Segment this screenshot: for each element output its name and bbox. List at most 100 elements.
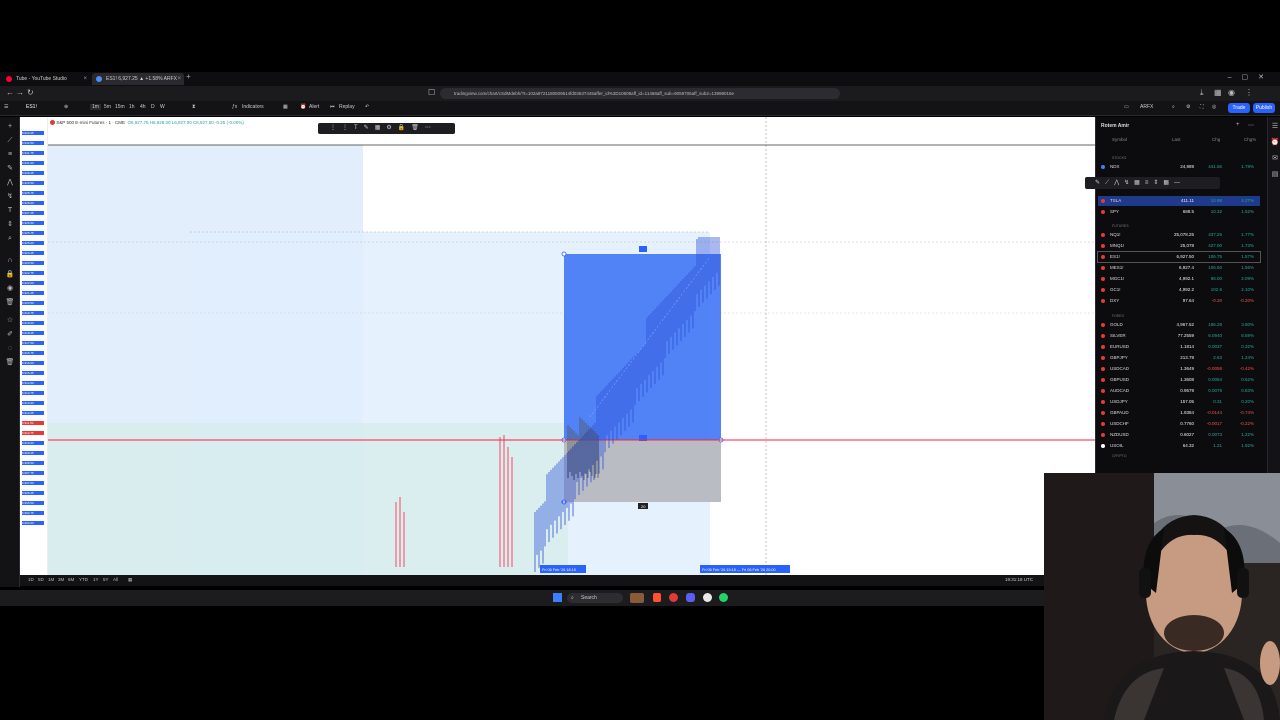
- watchlist-row[interactable]: NQ1! 25,078.25 437.25 1.77%: [1098, 230, 1260, 240]
- measure-icon[interactable]: ⇕: [5, 221, 15, 229]
- watchlist-row[interactable]: NDX 24,989 441.56 1.79%: [1098, 162, 1260, 172]
- watchlist-row[interactable]: GC1! 4,992.2 102.6 2.10%: [1098, 285, 1260, 295]
- watchlist-row[interactable]: USOIL 64.32 1.21 1.92%: [1098, 441, 1260, 451]
- menu-icon[interactable]: ⋮: [1245, 88, 1253, 97]
- floating-drawing-toolbar[interactable]: ⋮⋮T✎▦⚙🔒🗑⋯: [318, 123, 455, 134]
- add-symbol-plus-icon[interactable]: +: [1236, 122, 1240, 128]
- indicators-button[interactable]: Indicators: [242, 104, 264, 110]
- watchlist-row[interactable]: GBPAUD 1.9384 -0.0144 -0.74%: [1098, 408, 1260, 418]
- watchlist-row[interactable]: MES1! 6,927.4 106.50 1.56%: [1098, 263, 1260, 273]
- close-icon[interactable]: ×: [177, 73, 181, 85]
- alerts-icon[interactable]: ⏰: [1270, 139, 1280, 147]
- position-profit-box[interactable]: [564, 254, 721, 440]
- watchlist-row[interactable]: USDCAD 1.3649 -0.0058 -0.42%: [1098, 364, 1260, 374]
- settings-icon[interactable]: ⚙: [1186, 104, 1190, 110]
- range-5y[interactable]: 5Y: [103, 577, 109, 582]
- back-icon[interactable]: ←: [6, 88, 14, 97]
- fullscreen-icon[interactable]: ⛶: [1200, 104, 1204, 110]
- watchlist-row[interactable]: SPY 688.5 10.32 1.52%: [1098, 207, 1260, 217]
- eye-icon[interactable]: ◉: [5, 285, 15, 293]
- col-symbol[interactable]: Symbol: [1112, 137, 1127, 142]
- indicators-icon[interactable]: ƒx: [232, 104, 237, 110]
- more-icon[interactable]: ⋯: [1248, 122, 1254, 129]
- watchlist-row[interactable]: GBPJPY 213.79 2.63 1.24%: [1098, 353, 1260, 363]
- watchlist-row[interactable]: NZDUSD 0.6027 0.0073 1.22%: [1098, 430, 1260, 440]
- lock-icon[interactable]: 🔒: [5, 271, 15, 279]
- layout-name[interactable]: ARFX: [1140, 104, 1153, 110]
- replay-icon[interactable]: ⏮: [330, 104, 335, 110]
- whatsapp-icon[interactable]: [719, 593, 728, 602]
- range-1d[interactable]: 1D: [28, 577, 34, 582]
- range-1y[interactable]: 1Y: [93, 577, 99, 582]
- watchlist-row[interactable]: TSLA 411.11 14.98 4.27%: [1098, 196, 1260, 206]
- projection-icon[interactable]: ↯: [5, 193, 15, 201]
- watchlist-row[interactable]: ES1! 6,927.50 106.75 1.57%: [1097, 251, 1261, 263]
- range-3m[interactable]: 3M: [58, 577, 64, 582]
- timeframe-w[interactable]: W: [160, 104, 165, 110]
- extensions-icon[interactable]: ▦: [1214, 88, 1222, 97]
- brave-icon[interactable]: [653, 593, 661, 602]
- watchlist-row[interactable]: USDCHF 0.7760 -0.0017 -0.22%: [1098, 419, 1260, 429]
- search-icon[interactable]: ⌕: [1172, 104, 1175, 110]
- magnet-icon[interactable]: ∩: [5, 257, 15, 265]
- news-icon[interactable]: ▤: [1270, 171, 1280, 179]
- symbol-search[interactable]: ES1!: [26, 104, 37, 110]
- watchlist-row[interactable]: MNQ1! 25,078 427.00 1.73%: [1098, 241, 1260, 251]
- watchlist-title[interactable]: Rotem Amir: [1101, 123, 1129, 129]
- chrome-icon[interactable]: [703, 593, 712, 602]
- chart-canvas[interactable]: 20 Fri 06 Feb '26 18:15 Fri 06 Feb '26 1…: [20, 117, 1095, 575]
- fib-icon[interactable]: ≡: [5, 151, 15, 159]
- trash-icon[interactable]: 🗑: [5, 299, 15, 307]
- trendline-icon[interactable]: ⟋: [5, 137, 15, 145]
- col-chg[interactable]: Chg: [1212, 137, 1220, 142]
- watchlist-section-futures[interactable]: FUTURES: [1112, 224, 1129, 228]
- col-chgp[interactable]: Chg%: [1244, 137, 1256, 142]
- favorites-drawing-toolbar[interactable]: ✎⟋⋀↯▦≡⇕▦—: [1085, 177, 1220, 189]
- star-icon[interactable]: ☆: [5, 317, 15, 325]
- timeframe-1h[interactable]: 1h: [129, 104, 135, 110]
- watchlist-section-stocks[interactable]: STOCKS: [1112, 156, 1126, 160]
- publish-button[interactable]: Publish: [1253, 103, 1275, 113]
- watchlist-row[interactable]: MGC1! 4,992.1 96.00 2.09%: [1098, 274, 1260, 284]
- utc-clock[interactable]: 19:31:18 UTC: [1005, 577, 1033, 582]
- close-icon[interactable]: ×: [83, 73, 87, 85]
- watchlist-row[interactable]: SILVER 77.2559 6.0940 8.59%: [1098, 331, 1260, 341]
- pattern-icon[interactable]: ⋀: [5, 179, 15, 187]
- watchlist-row[interactable]: AUDCAD 0.9579 0.0079 0.83%: [1098, 386, 1260, 396]
- brush2-icon[interactable]: ✐: [5, 331, 15, 339]
- window-controls[interactable]: –▢✕: [1228, 73, 1274, 81]
- watchlist-section-forex[interactable]: FOREX: [1112, 314, 1124, 318]
- timeframe-5m[interactable]: 5m: [104, 104, 111, 110]
- replay-button[interactable]: Replay: [339, 104, 355, 110]
- forward-icon[interactable]: →: [16, 88, 24, 97]
- watchlist-row[interactable]: DXY 97.64 -0.20 -0.20%: [1098, 296, 1260, 306]
- range-1m[interactable]: 1M: [48, 577, 54, 582]
- hide-icon[interactable]: ◌: [5, 345, 15, 353]
- watchlist-row[interactable]: USDJPY 157.05 0.31 0.20%: [1098, 397, 1260, 407]
- timeframe-1m[interactable]: 1m: [90, 104, 101, 110]
- range-6m[interactable]: 6M: [68, 577, 74, 582]
- range-all[interactable]: All: [113, 577, 118, 582]
- position-handle[interactable]: [561, 251, 567, 257]
- price-scale[interactable]: 6,933.25 6,932.50 6,931.75 6,931.00 6,930.25…: [20, 117, 48, 575]
- reload-icon[interactable]: ↻: [27, 88, 34, 97]
- calendar-icon[interactable]: ▦: [128, 577, 132, 583]
- bookmark-icon[interactable]: ☐: [428, 88, 435, 97]
- layout-icon[interactable]: ▭: [1124, 104, 1129, 110]
- timeframe-4h[interactable]: 4h: [140, 104, 146, 110]
- timeframe-15m[interactable]: 15m: [115, 104, 125, 110]
- col-last[interactable]: Last: [1172, 137, 1181, 142]
- compare-plus-icon[interactable]: ⊕: [64, 104, 68, 110]
- watchlist-row[interactable]: EURUSD 1.1814 0.0037 0.32%: [1098, 342, 1260, 352]
- discord-icon[interactable]: [686, 593, 695, 602]
- chart-pane[interactable]: 20 Fri 06 Feb '26 18:15 Fri 06 Feb '26 1…: [20, 117, 1095, 575]
- camera-icon[interactable]: ◎: [1212, 104, 1216, 110]
- zoom-icon[interactable]: ⌕: [5, 235, 15, 243]
- url-bar[interactable]: tradingview.com/chart/cSdMdebh/?t=102a97…: [440, 88, 840, 99]
- trade-button[interactable]: Trade: [1228, 103, 1250, 113]
- taskbar-search[interactable]: ⌕ Search: [567, 593, 623, 603]
- text-icon[interactable]: T: [5, 207, 15, 215]
- templates-icon[interactable]: ▦: [283, 104, 288, 110]
- menu-icon[interactable]: ☰: [4, 104, 8, 110]
- undo-icon[interactable]: ↶: [365, 104, 369, 110]
